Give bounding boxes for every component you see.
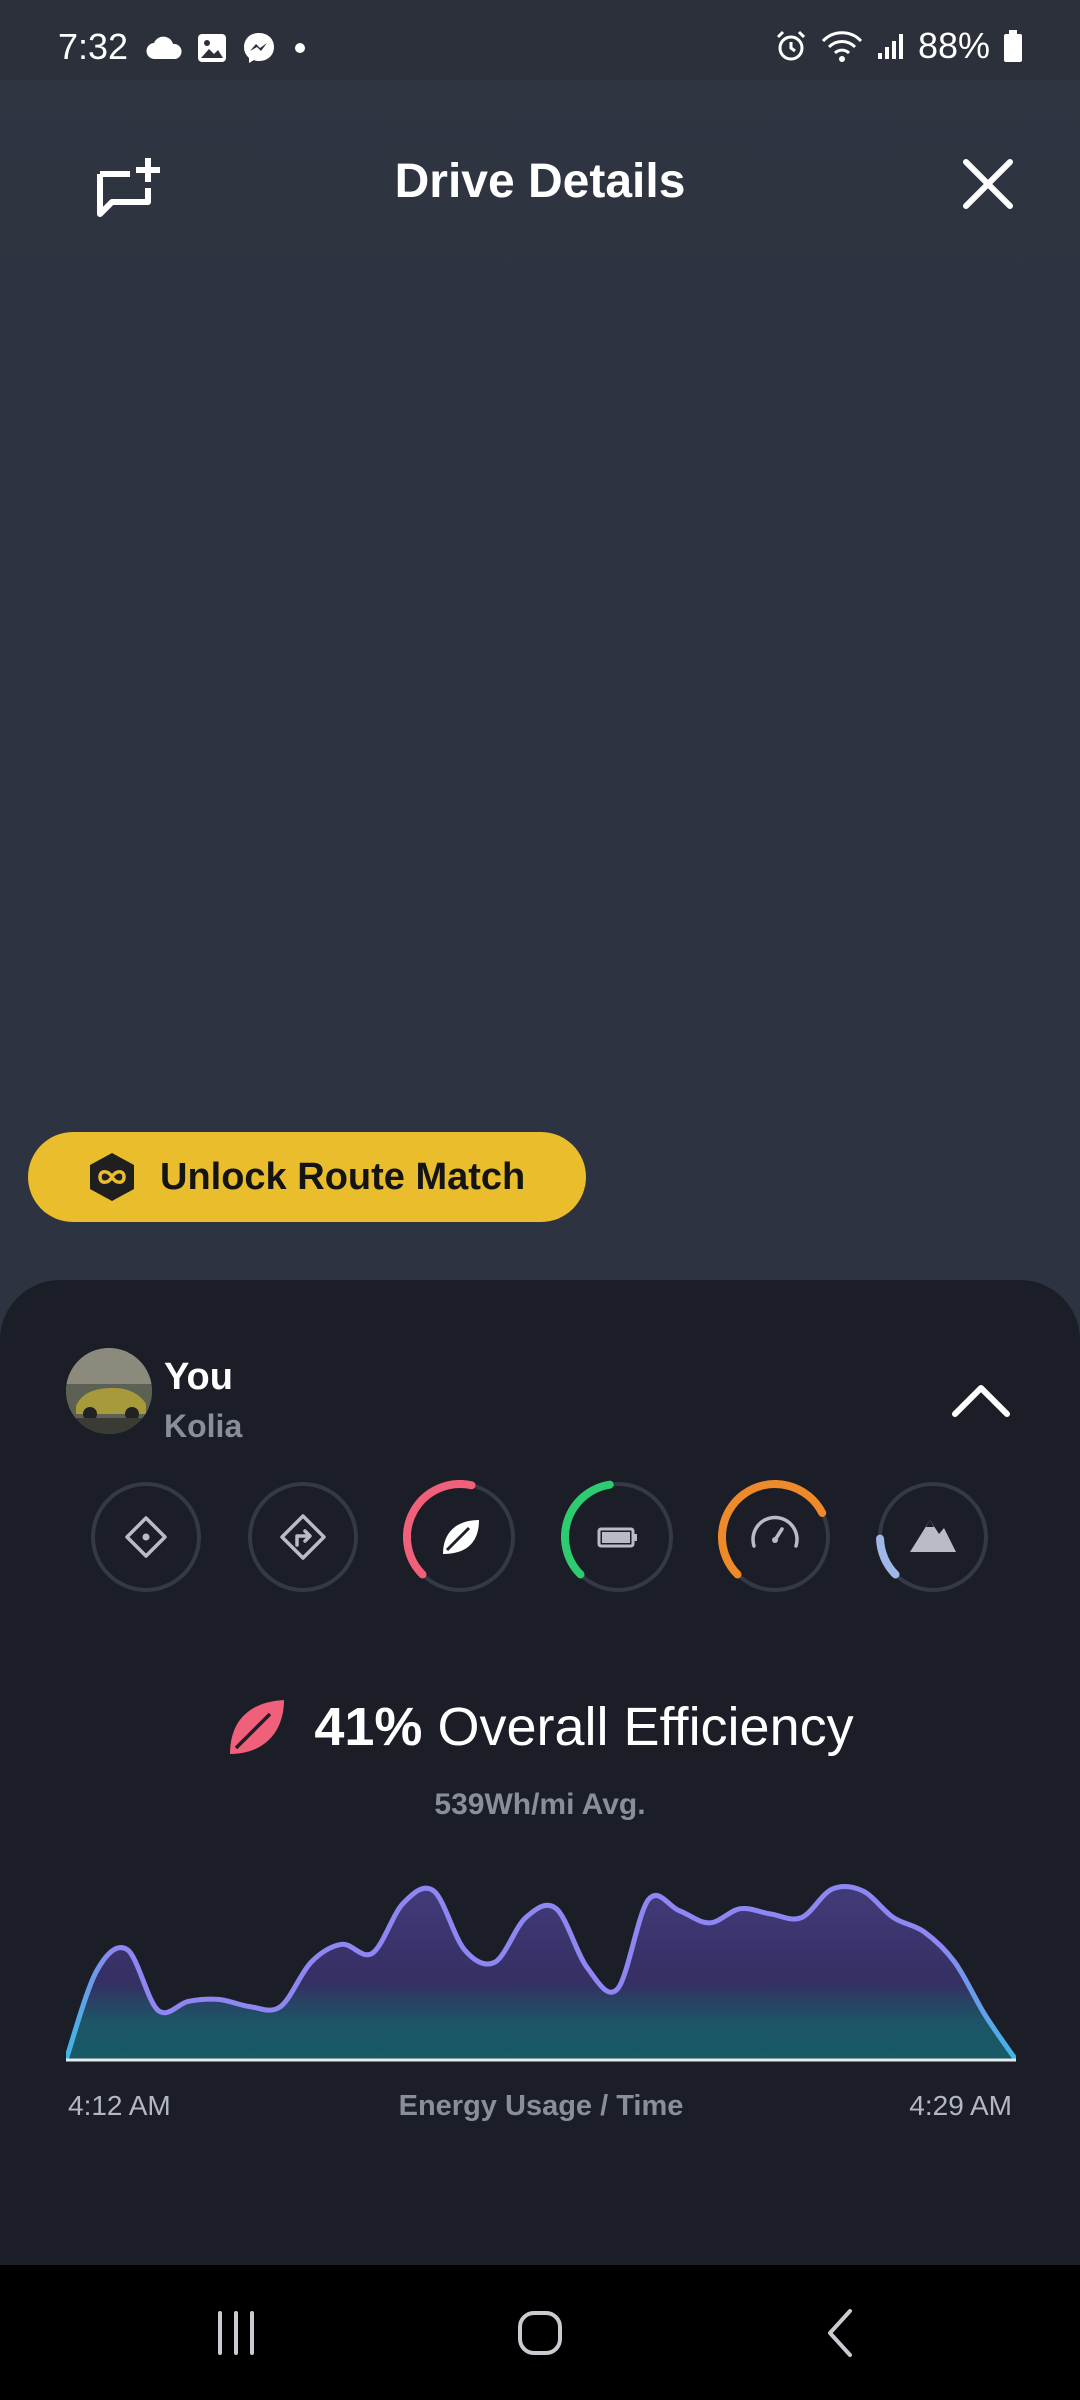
turn-right-icon: [280, 1514, 326, 1560]
home-icon[interactable]: [510, 2305, 570, 2361]
efficiency-text: 41% Overall Efficiency: [314, 1696, 853, 1758]
energy-usage-chart: [66, 1883, 1016, 2062]
mountain-icon: [910, 1520, 956, 1552]
efficiency-percent: 41%: [314, 1697, 423, 1757]
leaf-icon: [230, 1700, 285, 1754]
alarm-icon: [776, 30, 805, 61]
messenger-icon: [244, 33, 274, 63]
metric-battery[interactable]: [561, 1480, 675, 1594]
metric-distance[interactable]: [89, 1480, 203, 1594]
page-title: Drive Details: [394, 155, 686, 208]
unlock-route-match-label: Unlock Route Match: [160, 1155, 526, 1198]
recents-icon[interactable]: [206, 2305, 266, 2361]
speedometer-icon: [751, 1515, 799, 1548]
battery-percent: 88%: [917, 25, 990, 66]
chart-area-fill: [66, 1886, 1016, 2060]
driver-name: You: [164, 1356, 233, 1398]
metric-speed-arc: [718, 1480, 827, 1579]
chart-title: Energy Usage / Time: [398, 2090, 684, 2122]
unlock-route-match-button[interactable]: Unlock Route Match: [28, 1132, 586, 1222]
back-icon[interactable]: [812, 2305, 872, 2361]
efficiency-average: 539Wh/mi Avg.: [434, 1788, 646, 1821]
metric-turns[interactable]: [246, 1480, 360, 1594]
status-bar: 7:32 88%: [0, 0, 1080, 80]
signal-icon: [877, 34, 903, 59]
dot-icon: [295, 43, 305, 53]
metric-speed[interactable]: [718, 1480, 832, 1594]
close-icon[interactable]: [960, 156, 1016, 212]
wifi-icon: [821, 31, 863, 62]
metric-efficiency[interactable]: [403, 1480, 517, 1594]
avatar[interactable]: [66, 1348, 152, 1434]
battery-icon: [597, 1527, 637, 1548]
metric-elevation[interactable]: [876, 1480, 990, 1594]
metric-selector: [0, 1480, 1080, 1600]
chart-x-axis: 4:12 AM Energy Usage / Time 4:29 AM: [66, 2090, 1016, 2130]
chevron-up-icon[interactable]: [950, 1380, 1012, 1420]
drive-details-sheet: You Kolia 41% Overall Efficiency 539Wh/m…: [0, 1280, 1080, 2265]
battery-icon: [1004, 30, 1022, 62]
status-time: 7:32: [58, 26, 129, 67]
chart-x-end-label: 4:29 AM: [909, 2090, 1012, 2121]
leaf-icon: [443, 1520, 479, 1554]
infinity-hex-icon: [90, 1153, 134, 1201]
efficiency-label: Overall Efficiency: [437, 1697, 854, 1757]
status-left-icons: [146, 28, 310, 68]
driver-subtitle: Kolia: [164, 1408, 243, 1444]
cloud-icon: [146, 36, 182, 60]
metric-elevation-arc: [876, 1534, 900, 1579]
diamond-icon: [125, 1516, 167, 1558]
system-navigation-bar: [0, 2265, 1080, 2400]
gallery-icon: [198, 34, 226, 62]
status-right-icons: 88%: [774, 25, 1024, 66]
efficiency-headline: 41% Overall Efficiency: [0, 1696, 1080, 1758]
header: Drive Details: [0, 80, 1080, 290]
